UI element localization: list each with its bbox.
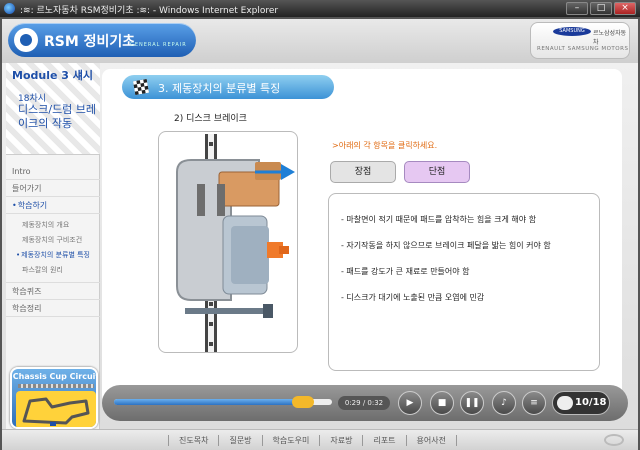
list-item: - 마찰면이 적기 때문에 패드를 압착하는 힘을 크게 해야 함 [341,215,537,224]
brand-english-name: RENAULT SAMSUNG MOTORS [537,46,629,52]
disc-brake-illustration [176,134,295,352]
minimize-button[interactable]: – [566,2,588,15]
logo-subtitle: GENERAL REPAIR [130,42,187,48]
section-title: 3. 제동장치의 분류별 특징 [158,82,281,95]
detail-panel: - 마찰면이 적기 때문에 패드를 압착하는 힘을 크게 해야 함 - 자기작동… [328,193,600,371]
page-indicator: 10/18 [552,391,610,415]
content-panel: 3. 제동장치의 분류별 특징 2) 디스크 브레이크 >아래의 각 항목을 클… [102,69,622,403]
subnav-item-pascal[interactable]: 파스칼의 원리 [22,263,100,278]
topic-title: 디스크/드럼 브레이크의 작동 [18,103,97,130]
footer-bar: 진도목차 질문방 학습도우미 자료방 리포트 용어사전 [2,429,638,450]
brand-logo: SAMSUNG 르노삼성자동차 RENAULT SAMSUNG MOTORS [530,22,630,59]
nav-item-intro-lesson[interactable]: 들어가기 [6,180,100,197]
rsm-logo[interactable]: RSM 정비기초 GENERAL REPAIR [8,23,196,57]
gear-icon [14,28,38,52]
ring-logo-icon [604,434,624,446]
media-player-bar: 0:29 / 0:32 ▶ ■ ❚❚ ♪ ≡ 10/18 [102,385,628,421]
progress-thumb[interactable] [291,396,314,408]
page-number: 10/18 [575,397,607,408]
subheading: 2) 디스크 브레이크 [174,114,247,124]
subnav-item-requirements[interactable]: 제동장치의 구비조건 [22,233,100,248]
chassis-cup-title: Chassis Cup Circuit [12,372,98,381]
subnav-item-overview[interactable]: 제동장치의 개요 [22,218,100,233]
progress-fill [114,399,312,405]
subnav-list: 제동장치의 개요 제동장치의 구비조건 제동장치의 분류별 특징 파스칼의 원리 [6,214,100,283]
play-button[interactable]: ▶ [398,391,422,415]
footer-link-questions[interactable]: 질문방 [218,435,261,446]
progress-scale [18,384,94,388]
progress-bar[interactable] [114,396,332,408]
window-title: :≋: 르노자동차 RSM정비기초 :≋: - Windows Internet… [20,6,279,16]
app-header: RSM 정비기초 GENERAL REPAIR SAMSUNG 르노삼성자동차 … [2,19,638,63]
list-item: - 자기작동을 하지 않으므로 브레이크 페달을 밟는 힘이 커야 함 [341,241,551,250]
prev-page-button[interactable] [557,396,573,410]
list-item: - 패드를 강도가 큰 재료로 만들어야 함 [341,267,470,276]
brand-korean-name: 르노삼성자동차 [593,30,627,46]
samsung-logo: SAMSUNG [553,27,591,36]
footer-link-glossary[interactable]: 용어사전 [405,435,457,446]
section-header: 3. 제동장치의 분류별 특징 [122,75,334,99]
nav-item-intro[interactable]: Intro [6,163,100,180]
sidebar: Module 3 섀시 18차시 디스크/드럼 브레이크의 작동 Intro 들… [6,63,100,433]
disc-brake-diagram [158,131,298,353]
script-icon[interactable]: ≡ [522,391,546,415]
logo-title: RSM 정비기초 [44,34,136,50]
maximize-button[interactable]: □ [590,2,612,15]
detail-list: - 마찰면이 적기 때문에 패드를 압착하는 힘을 크게 해야 함 - 자기작동… [341,214,597,318]
stop-button[interactable]: ■ [430,391,454,415]
footer-link-resources[interactable]: 자료방 [319,435,362,446]
instruction-hint: >아래의 각 항목을 클릭하세요. [332,141,438,150]
subnav-item-classification[interactable]: 제동장치의 분류별 특징 [21,248,100,263]
checkered-flag-icon [132,78,150,96]
footer-link-report[interactable]: 리포트 [362,435,405,446]
sidebar-nav: Intro 들어가기 학습하기 제동장치의 개요 제동장치의 구비조건 제동장치… [6,163,100,317]
list-item: - 디스크가 대기에 노출된 만큼 오염에 민감 [341,293,485,302]
time-display: 0:29 / 0:32 [338,396,390,410]
volume-icon[interactable]: ♪ [492,391,516,415]
pause-button[interactable]: ❚❚ [460,391,484,415]
footer-links: 진도목차 질문방 학습도우미 자료방 리포트 용어사전 [168,435,457,446]
nav-item-quiz[interactable]: 학습퀴즈 [6,283,100,300]
module-title: Module 3 섀시 [12,69,93,82]
circuit-track-icon [22,397,90,426]
app-frame: RSM 정비기초 GENERAL REPAIR SAMSUNG 르노삼성자동차 … [0,17,640,450]
window-titlebar: :≋: 르노자동차 RSM정비기초 :≋: - Windows Internet… [0,0,640,17]
tab-demerits[interactable]: 단점 [404,161,470,183]
window-controls: – □ × [566,2,636,15]
footer-link-progress[interactable]: 진도목차 [168,435,218,446]
tab-merits[interactable]: 장점 [330,161,396,183]
module-info: Module 3 섀시 18차시 디스크/드럼 브레이크의 작동 [6,63,100,155]
footer-link-help[interactable]: 학습도우미 [261,435,320,446]
close-button[interactable]: × [614,2,636,15]
circuit-track [16,391,96,427]
ie-icon [4,3,15,14]
chassis-cup-widget[interactable]: Chassis Cup Circuit [10,367,98,429]
nav-item-summary[interactable]: 학습정리 [6,300,100,317]
nav-item-learn[interactable]: 학습하기 [6,197,100,214]
